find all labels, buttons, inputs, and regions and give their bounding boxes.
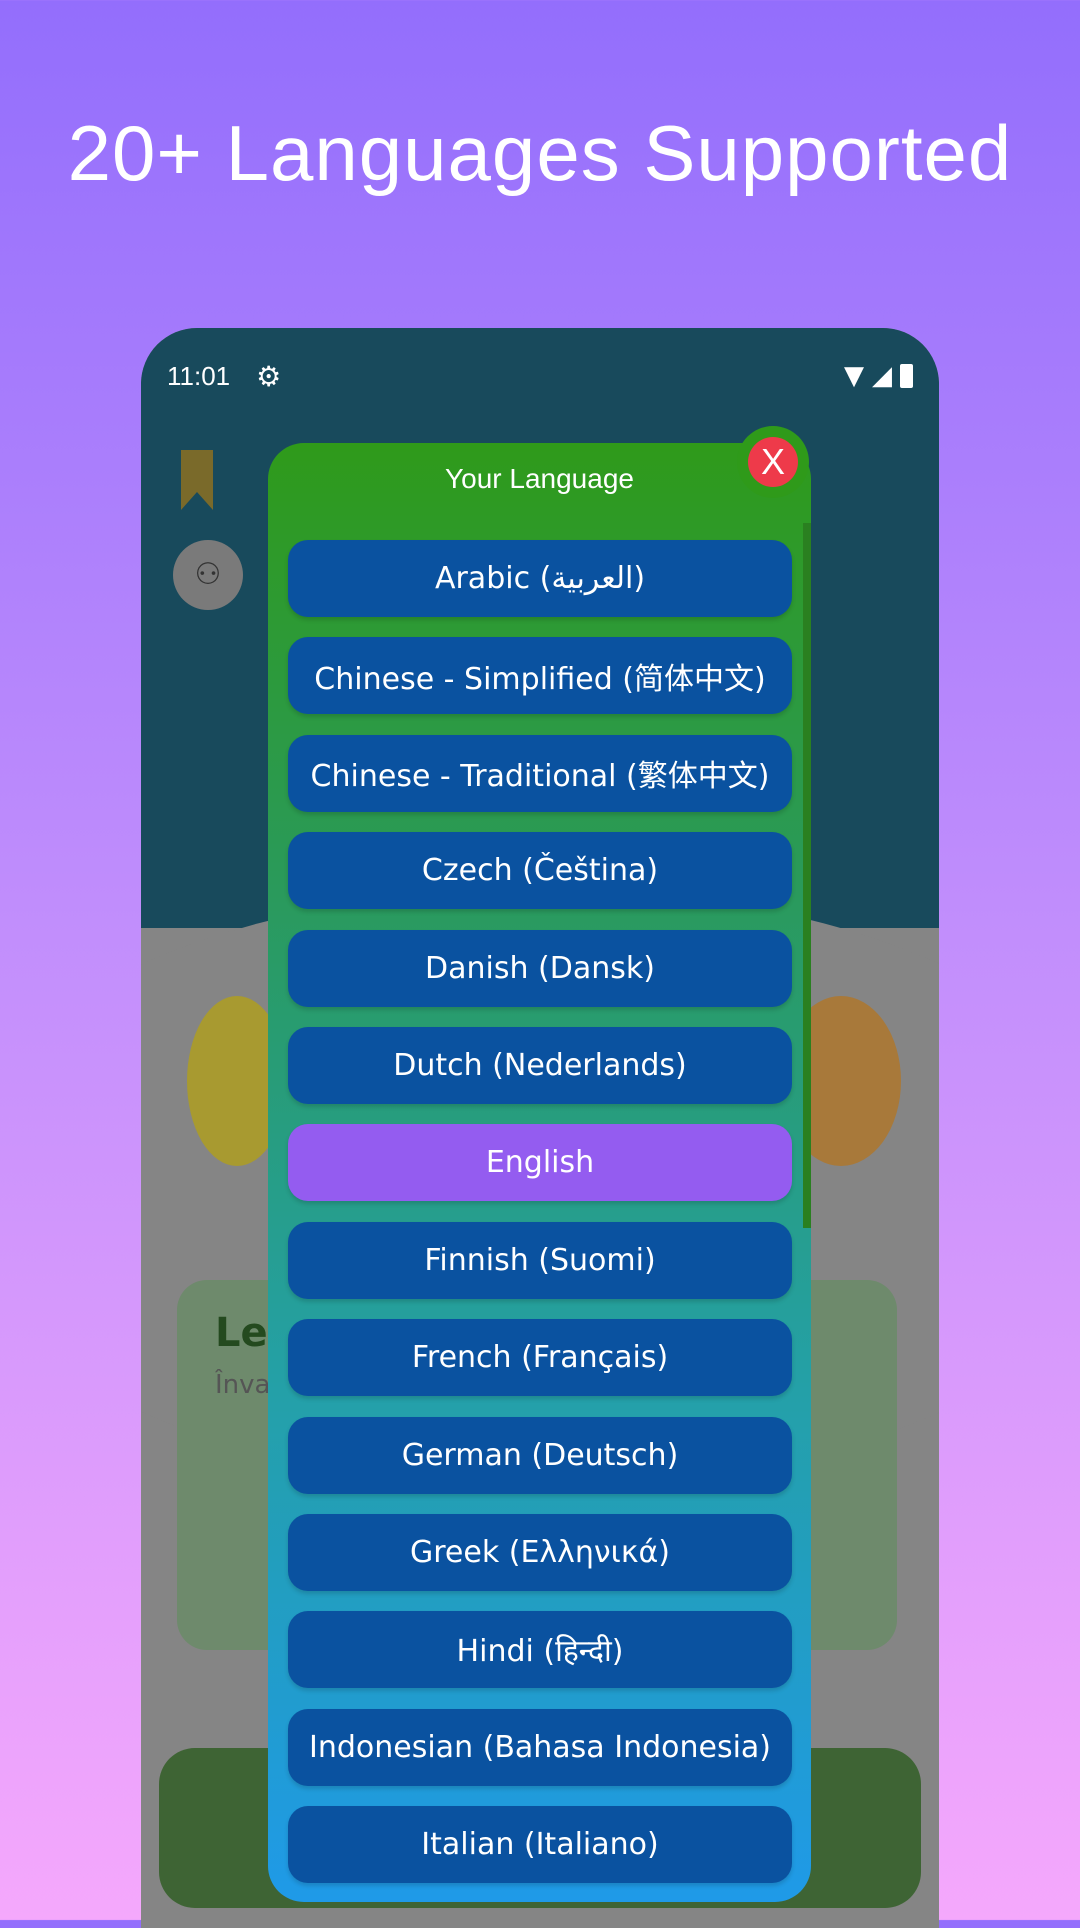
language-option[interactable]: Hindi (हिन्दी) [288,1611,792,1689]
scrollbar[interactable] [803,523,811,1228]
language-option[interactable]: Dutch (Nederlands) [288,1026,792,1104]
battery-icon [900,364,913,388]
language-option[interactable]: English [288,1124,792,1202]
language-option[interactable]: Czech (Čeština) [288,832,792,910]
settings-gear-icon: ⚙ [256,359,282,393]
language-option[interactable]: Italian (Italiano) [288,1806,792,1884]
language-option[interactable]: Chinese - Traditional (繁体中文) [288,734,792,812]
language-dialog: Your Language Arabic (العربية) Chinese - … [268,443,811,1902]
language-option[interactable]: German (Deutsch) [288,1416,792,1494]
language-option[interactable]: Chinese - Simplified (简体中文) [288,637,792,715]
language-list: Arabic (العربية) Chinese - Simplified (简体… [288,540,792,1902]
language-option[interactable]: Greek (Ελληνικά) [288,1513,792,1591]
headline: 20+ Languages Supported [67,109,1013,197]
language-option[interactable]: French (Français) [288,1319,792,1397]
close-button[interactable]: X [737,426,809,498]
language-option[interactable]: Indonesian (Bahasa Indonesia) [288,1708,792,1786]
status-time: 11:01 [167,360,231,391]
close-icon: X [748,437,798,487]
wifi-icon: ▼ [844,361,864,391]
language-option[interactable]: Finnish (Suomi) [288,1221,792,1299]
contacts-icon[interactable]: ⚇ [173,540,243,610]
language-option[interactable]: Danish (Dansk) [288,929,792,1007]
status-bar: 11:01 ⚙ ▼ ◢ [167,358,913,394]
signal-icon: ◢ [872,361,892,391]
dialog-title: Your Language [445,463,634,494]
language-option[interactable]: Arabic (العربية) [288,540,792,617]
